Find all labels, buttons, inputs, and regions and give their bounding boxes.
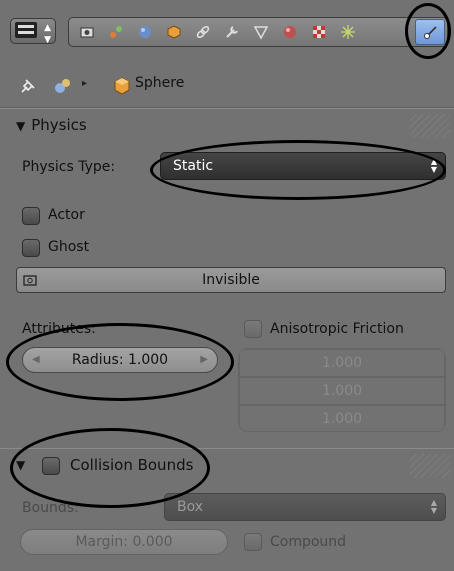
texture-icon: [313, 26, 325, 38]
friction-vector: 1.000 1.000 1.000: [238, 348, 446, 432]
data-tab[interactable]: [249, 21, 273, 43]
updown-arrows-icon: ▲ ▼: [430, 498, 437, 515]
collision-bounds-header[interactable]: ▼: [16, 455, 31, 473]
friction-x-field[interactable]: 1.000: [239, 349, 445, 377]
render-icon: [80, 27, 94, 38]
collision-bounds-title: Collision Bounds: [70, 456, 194, 474]
physics-panel-title: Physics: [31, 116, 87, 134]
compound-checkbox[interactable]: [244, 533, 262, 551]
margin-value: Margin: 0.000: [75, 534, 173, 550]
material-tab[interactable]: [278, 21, 302, 43]
physics-icon: [424, 26, 437, 39]
editor-type-icon: [15, 22, 37, 38]
physics-type-label: Physics Type:: [22, 159, 116, 175]
collision-bounds-checkbox[interactable]: [42, 457, 60, 475]
bounds-label: Bounds:: [22, 500, 79, 516]
camera-icon: [23, 275, 37, 286]
constraints-tab[interactable]: [191, 21, 215, 43]
modifiers-tab[interactable]: [220, 21, 244, 43]
object-data-icon: [55, 79, 70, 93]
decrement-arrow-icon[interactable]: ◀: [32, 348, 40, 372]
particles-tab[interactable]: [336, 21, 360, 43]
object-icon: [167, 25, 181, 39]
invisible-label: Invisible: [202, 272, 260, 288]
material-icon: [284, 26, 296, 38]
bounds-value: Box: [177, 499, 204, 515]
context-tabs: [68, 17, 448, 47]
invisible-toggle[interactable]: Invisible: [16, 267, 446, 293]
compound-label: Compound: [270, 534, 347, 550]
attributes-label: Attributes:: [22, 321, 96, 337]
data-icon: [253, 26, 269, 40]
anisotropic-friction-checkbox[interactable]: [244, 320, 262, 338]
actor-checkbox[interactable]: [22, 207, 40, 225]
world-tab[interactable]: [133, 21, 157, 43]
physics-panel-header[interactable]: ▼ Physics: [16, 116, 87, 134]
friction-z-field[interactable]: 1.000: [239, 405, 445, 431]
world-icon: [139, 26, 151, 38]
radius-field[interactable]: ◀ Radius: 1.000 ▶: [22, 347, 218, 373]
pin-icon[interactable]: [18, 76, 38, 96]
scene-icon: [110, 26, 122, 38]
increment-arrow-icon[interactable]: ▶: [200, 348, 208, 372]
render-tab[interactable]: [75, 21, 99, 43]
ghost-checkbox[interactable]: [22, 239, 40, 257]
bounds-dropdown[interactable]: Box ▲ ▼: [164, 493, 446, 521]
anisotropic-friction-label: Anisotropic Friction: [270, 321, 404, 337]
collapse-triangle-icon: ▼: [16, 458, 26, 472]
physics-tab[interactable]: [415, 19, 445, 45]
friction-y-field[interactable]: 1.000: [239, 377, 445, 405]
actor-label: Actor: [48, 207, 85, 223]
object-tab[interactable]: [162, 21, 186, 43]
editor-type-button[interactable]: ▲ ▼: [10, 18, 56, 45]
physics-type-dropdown[interactable]: Static ▲ ▼: [160, 152, 446, 180]
radius-value: Radius: 1.000: [71, 352, 169, 368]
drag-grip-icon[interactable]: [410, 114, 450, 138]
updown-arrows-icon: ▲ ▼: [430, 157, 437, 174]
scene-tab[interactable]: [104, 21, 128, 43]
collapse-triangle-icon: ▼: [16, 119, 26, 133]
drag-grip-icon[interactable]: [410, 454, 450, 478]
modifiers-icon: [226, 26, 238, 38]
updown-arrows-icon: ▲ ▼: [44, 23, 51, 45]
chevron-right-icon: ▸: [82, 78, 88, 89]
ghost-label: Ghost: [48, 239, 90, 255]
constraints-icon: [196, 25, 210, 39]
cube-icon: [114, 77, 130, 95]
particles-icon: [341, 25, 355, 39]
physics-type-value: Static: [173, 158, 214, 174]
margin-field[interactable]: Margin: 0.000: [20, 529, 228, 555]
texture-tab[interactable]: [307, 21, 331, 43]
breadcrumb-object-name: Sphere: [135, 75, 185, 91]
